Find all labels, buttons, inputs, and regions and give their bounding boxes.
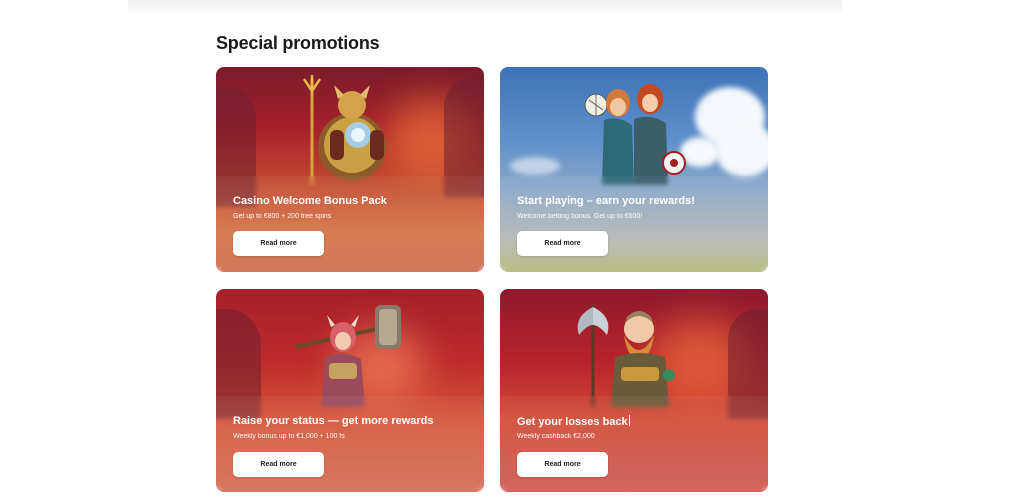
- card-text-overlay: [216, 396, 484, 492]
- two-athletes-with-balls-icon: [584, 84, 686, 185]
- card-text-overlay: [500, 396, 768, 492]
- cloud: [510, 157, 560, 175]
- promo-title: Casino Welcome Bonus Pack: [233, 195, 387, 207]
- card-text-overlay: [500, 176, 768, 272]
- dwarf-warrior-with-axe-icon: [577, 305, 675, 407]
- promo-subtitle: Weekly cashback €2,000: [517, 433, 595, 440]
- viking-warrior-with-hammer-icon: [294, 305, 401, 407]
- promo-card-cashback[interactable]: Get your losses back Weekly cashback €2,…: [500, 289, 768, 492]
- promo-title-text: Get your losses back: [517, 416, 628, 428]
- promo-title: Raise your status — get more rewards: [233, 415, 434, 427]
- promo-card-status-rewards[interactable]: Raise your status — get more rewards Wee…: [216, 289, 484, 492]
- section-title: Special promotions: [216, 33, 380, 53]
- card-text-overlay: [216, 176, 484, 272]
- top-header-strip: [128, 0, 842, 12]
- promo-subtitle: Get up to €800 + 200 free spins: [233, 213, 332, 220]
- promo-title: Get your losses back: [517, 415, 630, 428]
- promo-subtitle: Welcome betting bonus. Get up to €600!: [517, 213, 643, 220]
- promo-subtitle: Weekly bonus up to €1,000 + 100 fs: [233, 433, 345, 440]
- promo-title: Start playing – earn your rewards!: [517, 195, 695, 207]
- read-more-button[interactable]: Read more: [517, 231, 608, 256]
- promo-card-casino-welcome[interactable]: Casino Welcome Bonus Pack Get up to €800…: [216, 67, 484, 272]
- text-cursor: [628, 415, 630, 426]
- read-more-button[interactable]: Read more: [233, 231, 324, 256]
- read-more-button[interactable]: Read more: [233, 452, 324, 477]
- promo-card-sports-welcome[interactable]: Start playing – earn your rewards! Welco…: [500, 67, 768, 272]
- armored-warrior-with-trident-icon: [302, 75, 386, 185]
- cloud: [715, 122, 768, 177]
- read-more-button[interactable]: Read more: [517, 452, 608, 477]
